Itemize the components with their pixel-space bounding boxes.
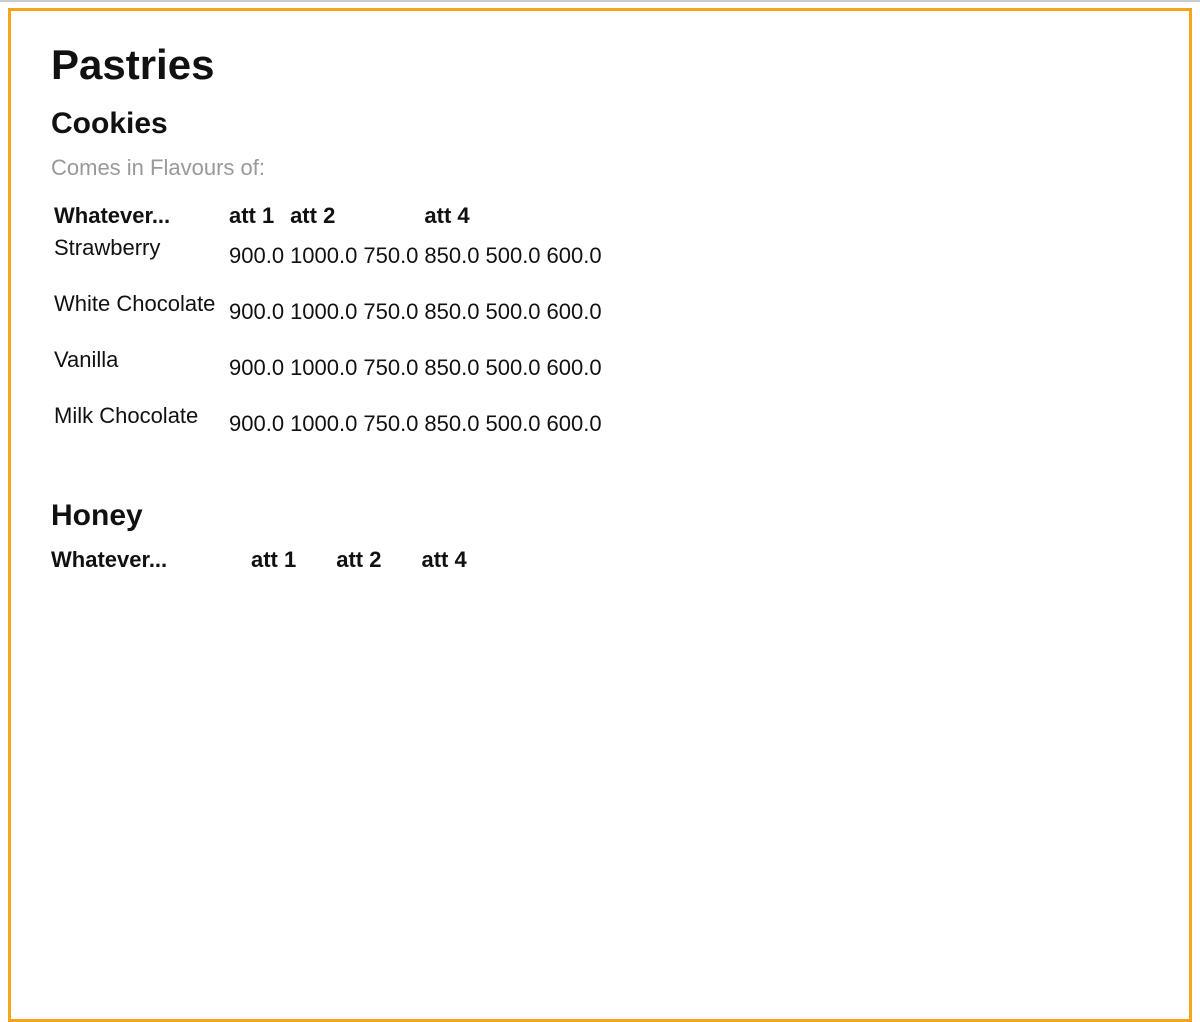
cookies-col-5: [482, 203, 543, 235]
cell: 1000.0: [287, 291, 360, 347]
cell: 500.0: [482, 291, 543, 347]
cell: 900.0: [226, 235, 287, 291]
row-name: Strawberry: [51, 235, 226, 291]
cookies-col-1: att 1: [226, 203, 287, 235]
honey-header-label: Whatever...: [51, 547, 251, 573]
cell: 600.0: [544, 403, 605, 459]
cell: 1000.0: [287, 347, 360, 403]
row-name: Milk Chocolate: [51, 403, 226, 459]
table-row: Milk Chocolate 900.0 1000.0 750.0 850.0 …: [51, 403, 605, 459]
cookies-col-3: [360, 203, 421, 235]
honey-col-2: att 2: [336, 547, 421, 573]
cell: 850.0: [421, 291, 482, 347]
cell: 900.0: [226, 291, 287, 347]
honey-table: Whatever... att 1 att 2 att 4: [51, 547, 507, 573]
cell: 500.0: [482, 403, 543, 459]
cell: 500.0: [482, 235, 543, 291]
cookies-col-2: att 2: [287, 203, 360, 235]
row-name: Vanilla: [51, 347, 226, 403]
cell: 850.0: [421, 235, 482, 291]
cell: 900.0: [226, 403, 287, 459]
cookies-subtitle: Comes in Flavours of:: [51, 155, 1149, 181]
cookies-heading: Cookies: [51, 107, 1149, 141]
cell: 1000.0: [287, 403, 360, 459]
cell: 750.0: [360, 291, 421, 347]
cell: 500.0: [482, 347, 543, 403]
cell: 600.0: [544, 235, 605, 291]
row-name: White Chocolate: [51, 291, 226, 347]
table-row: Strawberry 900.0 1000.0 750.0 850.0 500.…: [51, 235, 605, 291]
cell: 600.0: [544, 291, 605, 347]
cell: 900.0: [226, 347, 287, 403]
cookies-col-4: att 4: [421, 203, 482, 235]
honey-col-1: att 1: [251, 547, 336, 573]
cookies-col-6: [544, 203, 605, 235]
cell: 850.0: [421, 347, 482, 403]
cookies-header-label: Whatever...: [51, 203, 226, 235]
honey-heading: Honey: [51, 499, 1149, 533]
page-title: Pastries: [51, 41, 1149, 89]
cell: 600.0: [544, 347, 605, 403]
cookies-header-row: Whatever... att 1 att 2 att 4: [51, 203, 605, 235]
page-frame: Pastries Cookies Comes in Flavours of: W…: [8, 8, 1192, 1022]
cell: 750.0: [360, 347, 421, 403]
honey-header-row: Whatever... att 1 att 2 att 4: [51, 547, 507, 573]
table-row: Vanilla 900.0 1000.0 750.0 850.0 500.0 6…: [51, 347, 605, 403]
cell: 1000.0: [287, 235, 360, 291]
cell: 750.0: [360, 235, 421, 291]
cell: 850.0: [421, 403, 482, 459]
cookies-table: Whatever... att 1 att 2 att 4 Strawberry…: [51, 203, 605, 459]
cell: 750.0: [360, 403, 421, 459]
honey-col-3: att 4: [422, 547, 507, 573]
top-divider: [0, 0, 1200, 2]
table-row: White Chocolate 900.0 1000.0 750.0 850.0…: [51, 291, 605, 347]
